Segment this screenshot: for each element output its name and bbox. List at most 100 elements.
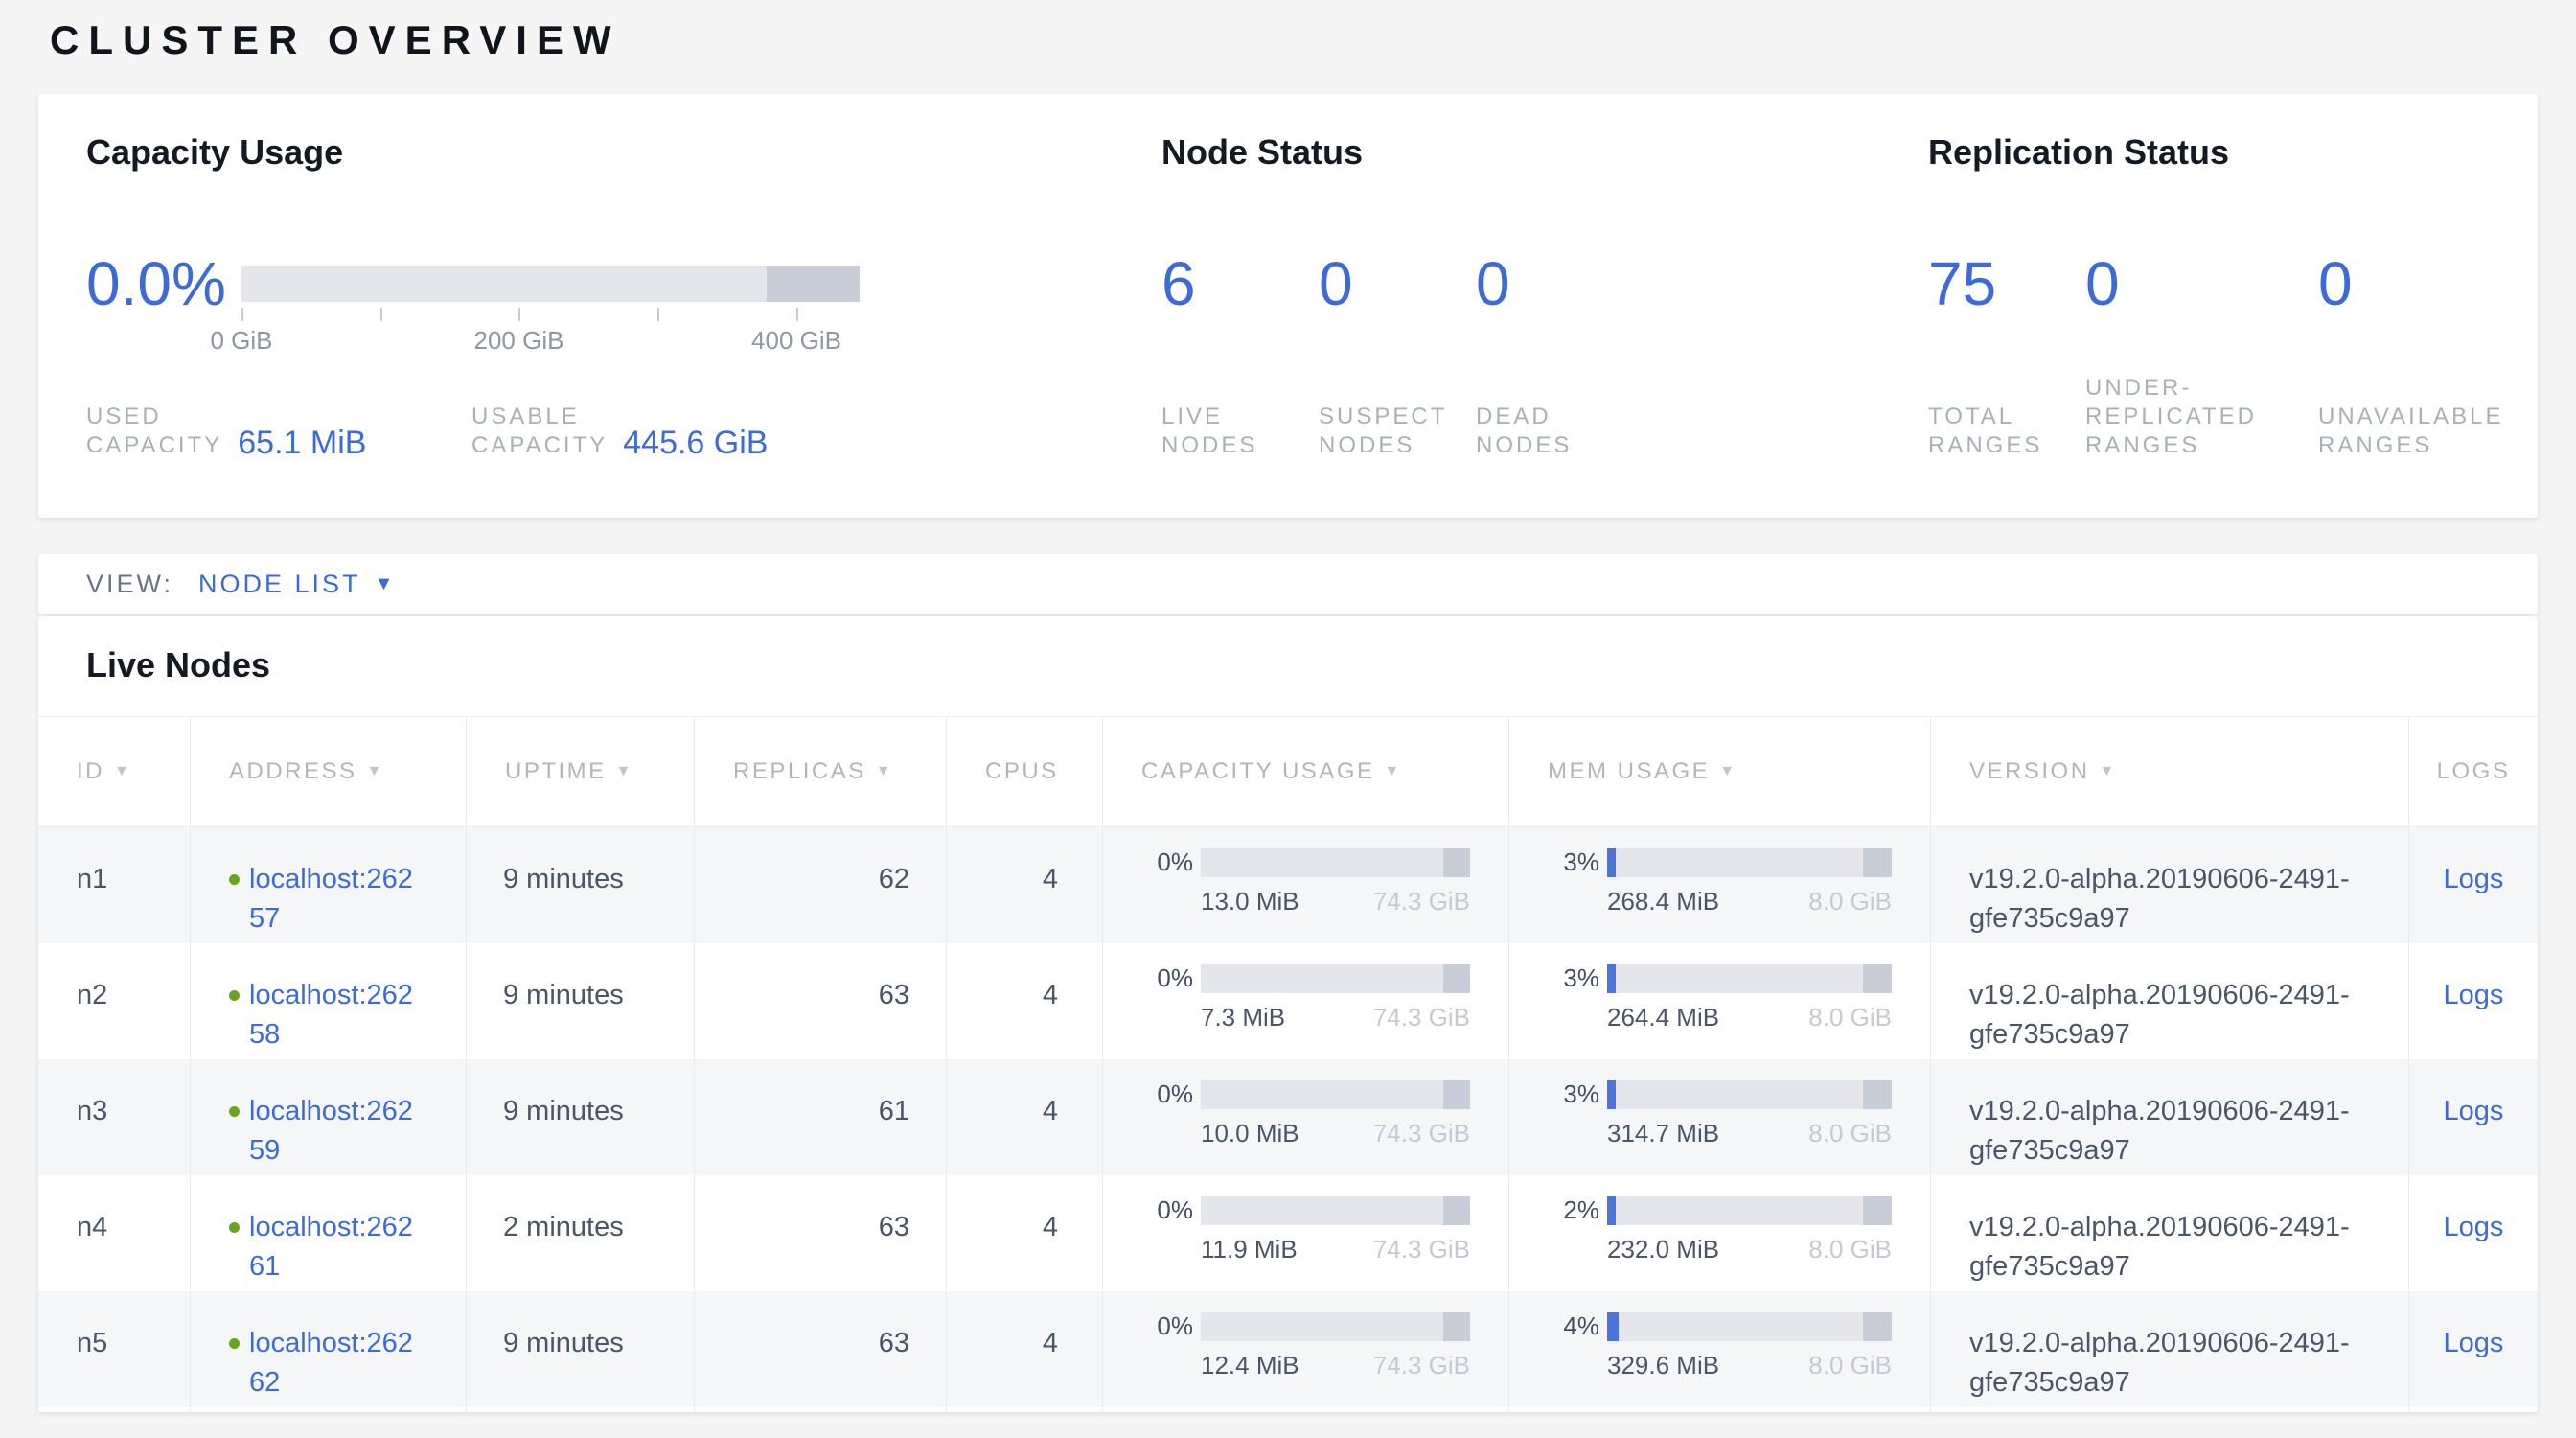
uptime-cell: 9 minutes: [467, 1291, 695, 1407]
capacity-usage-row: 0.0% 0 GiB200 GiB400 GiB: [86, 253, 860, 355]
axis-tick-label: 200 GiB: [473, 326, 564, 356]
logs-link[interactable]: Logs: [2444, 1328, 2504, 1358]
node-status-section: Node Status 6LIVENODES0SUSPECTNODES0DEAD…: [1162, 132, 1871, 460]
logs-link[interactable]: Logs: [2444, 980, 2504, 1010]
capacity-total-value: 74.3 GiB: [1373, 1119, 1470, 1148]
summary-stat: 0SUSPECTNODES: [1319, 253, 1476, 460]
mem-usage-cell: 3% 264.4 MiB 8.0 GiB: [1509, 943, 1931, 1059]
summary-stat: 0DEADNODES: [1476, 253, 1668, 460]
logs-link[interactable]: Logs: [2444, 1096, 2504, 1126]
table-row: n2 localhost:26258 9 minutes 63 4 0% 7.3…: [38, 943, 2538, 1059]
capacity-used-value: 10.0 MiB: [1201, 1119, 1300, 1148]
capacity-used-value: 7.3 MiB: [1201, 1003, 1285, 1032]
usable-capacity-label-line1: USABLE: [472, 403, 608, 431]
cpus-cell: 4: [947, 1291, 1103, 1407]
capacity-bar-line: 0%: [1141, 1311, 1470, 1341]
used-capacity-value: 65.1 MiB: [238, 425, 366, 462]
node-address-link[interactable]: localhost:26259: [249, 1092, 424, 1175]
cpus-cell: 4: [947, 827, 1103, 943]
partial-row-cell: [947, 1407, 1103, 1412]
capacity-used-percent: 0.0%: [86, 253, 209, 355]
logs-cell: Logs: [2409, 827, 2538, 943]
live-nodes-title: Live Nodes: [38, 616, 2538, 685]
mem-usage-bar-fill: [1607, 1080, 1616, 1109]
usable-capacity-label-line2: CAPACITY: [472, 431, 608, 460]
replication-status-section: Replication Status 75TOTALRANGES0UNDER-R…: [1928, 132, 2542, 460]
column-header-replicas[interactable]: REPLICAS▼: [695, 717, 947, 826]
node-address-cell: localhost:26259: [191, 1059, 467, 1175]
column-header-version[interactable]: VERSION▼: [1931, 717, 2409, 826]
cpus-cell: 4: [947, 943, 1103, 1059]
mem-bar-line: 3%: [1548, 1079, 1892, 1109]
logs-cell: Logs: [2409, 943, 2538, 1059]
mem-usage-bar: [1607, 848, 1892, 877]
column-header-capacity-usage[interactable]: CAPACITY USAGE▼: [1103, 717, 1509, 826]
node-address-link[interactable]: localhost:26262: [249, 1324, 424, 1407]
mem-values: 264.4 MiB 8.0 GiB: [1607, 1003, 1892, 1032]
version-cell: v19.2.0-alpha.20190606-2491-gfe735c9a97: [1931, 943, 2409, 1059]
logs-link[interactable]: Logs: [2444, 864, 2504, 894]
sort-arrow-icon: ▼: [1719, 763, 1736, 780]
mem-usage-cell: 2% 232.0 MiB 8.0 GiB: [1509, 1175, 1931, 1291]
version-text: v19.2.0-alpha.20190606-2491-gfe735c9a97: [1969, 1324, 2389, 1403]
replicas-cell: 62: [695, 827, 947, 943]
logs-link[interactable]: Logs: [2444, 1212, 2504, 1242]
column-header-mem-usage[interactable]: MEM USAGE ▼: [1509, 717, 1931, 826]
capacity-usage-cell: 0% 13.0 MiB 74.3 GiB: [1103, 827, 1509, 943]
uptime-cell: 9 minutes: [467, 827, 695, 943]
summary-card: Capacity Usage 0.0% 0 GiB200 GiB400 GiB …: [38, 94, 2538, 518]
node-address-cell: localhost:26262: [191, 1291, 467, 1407]
mem-usage-cell: 3% 314.7 MiB 8.0 GiB: [1509, 1059, 1931, 1175]
view-dropdown-selected[interactable]: NODE LIST: [198, 569, 361, 599]
column-header-label: ADDRESS: [229, 758, 357, 785]
node-address-cell: localhost:26258: [191, 943, 467, 1059]
node-address-cell: localhost:26261: [191, 1175, 467, 1291]
mem-usage-bar: [1607, 964, 1892, 993]
capacity-used-value: 12.4 MiB: [1201, 1351, 1300, 1380]
partial-row-cell: [191, 1407, 467, 1412]
summary-stat-label: UNDER-REPLICATEDRANGES: [2085, 374, 2257, 460]
partial-row-cell: [695, 1407, 947, 1412]
capacity-bar-reserved: [1443, 848, 1470, 877]
mem-usage-bar-reserved: [1863, 1312, 1892, 1341]
node-address-link[interactable]: localhost:26257: [249, 860, 424, 943]
logs-cell: Logs: [2409, 1175, 2538, 1291]
view-selector-card: VIEW: NODE LIST ▼: [38, 554, 2538, 614]
table-row: n1 localhost:26257 9 minutes 62 4 0% 13.…: [38, 827, 2538, 943]
version-cell: v19.2.0-alpha.20190606-2491-gfe735c9a97: [1931, 1291, 2409, 1407]
cluster-overview-page: CLUSTER OVERVIEW Capacity Usage 0.0% 0 G…: [0, 0, 2576, 1438]
mem-total-value: 8.0 GiB: [1808, 1235, 1892, 1264]
mem-used-value: 314.7 MiB: [1607, 1119, 1719, 1148]
node-address-link[interactable]: localhost:26258: [249, 976, 424, 1059]
partial-row-cell: [1931, 1407, 2409, 1412]
table-row: n5 localhost:26262 9 minutes 63 4 0% 12.…: [38, 1291, 2538, 1407]
view-label: VIEW:: [86, 569, 173, 599]
mem-values: 232.0 MiB 8.0 GiB: [1607, 1235, 1892, 1264]
mem-usage-bar: [1607, 1080, 1892, 1109]
column-header-address[interactable]: ADDRESS▼: [191, 717, 467, 826]
node-id-cell: n4: [38, 1175, 191, 1291]
capacity-total-value: 74.3 GiB: [1373, 887, 1470, 916]
column-header-id[interactable]: ID▼: [38, 717, 191, 826]
capacity-axis: [242, 308, 860, 322]
node-address-link[interactable]: localhost:26261: [249, 1208, 424, 1291]
version-text: v19.2.0-alpha.20190606-2491-gfe735c9a97: [1969, 1092, 2389, 1171]
mem-used-value: 268.4 MiB: [1607, 887, 1719, 916]
version-text: v19.2.0-alpha.20190606-2491-gfe735c9a97: [1969, 976, 2389, 1055]
capacity-summary-bar: [242, 266, 860, 302]
view-dropdown[interactable]: NODE LIST ▼: [198, 569, 393, 599]
capacity-percent: 0%: [1141, 1311, 1193, 1341]
column-header-label: MEM USAGE: [1548, 758, 1710, 785]
summary-stat: 6LIVENODES: [1162, 253, 1319, 460]
axis-tick: [380, 308, 382, 321]
version-text: v19.2.0-alpha.20190606-2491-gfe735c9a97: [1969, 860, 2389, 939]
table-header-row: ID▼ADDRESS▼UPTIME▼REPLICAS▼CPUSCAPACITY …: [38, 716, 2538, 827]
mem-bar-line: 3%: [1548, 847, 1892, 877]
node-id-cell: n1: [38, 827, 191, 943]
column-header-uptime[interactable]: UPTIME▼: [467, 717, 695, 826]
uptime-cell: 9 minutes: [467, 1059, 695, 1175]
capacity-percent: 0%: [1141, 1079, 1193, 1109]
live-status-icon: [229, 990, 240, 1001]
capacity-usage-section: Capacity Usage 0.0% 0 GiB200 GiB400 GiB …: [86, 132, 1102, 460]
capacity-values: 12.4 MiB 74.3 GiB: [1201, 1351, 1470, 1380]
